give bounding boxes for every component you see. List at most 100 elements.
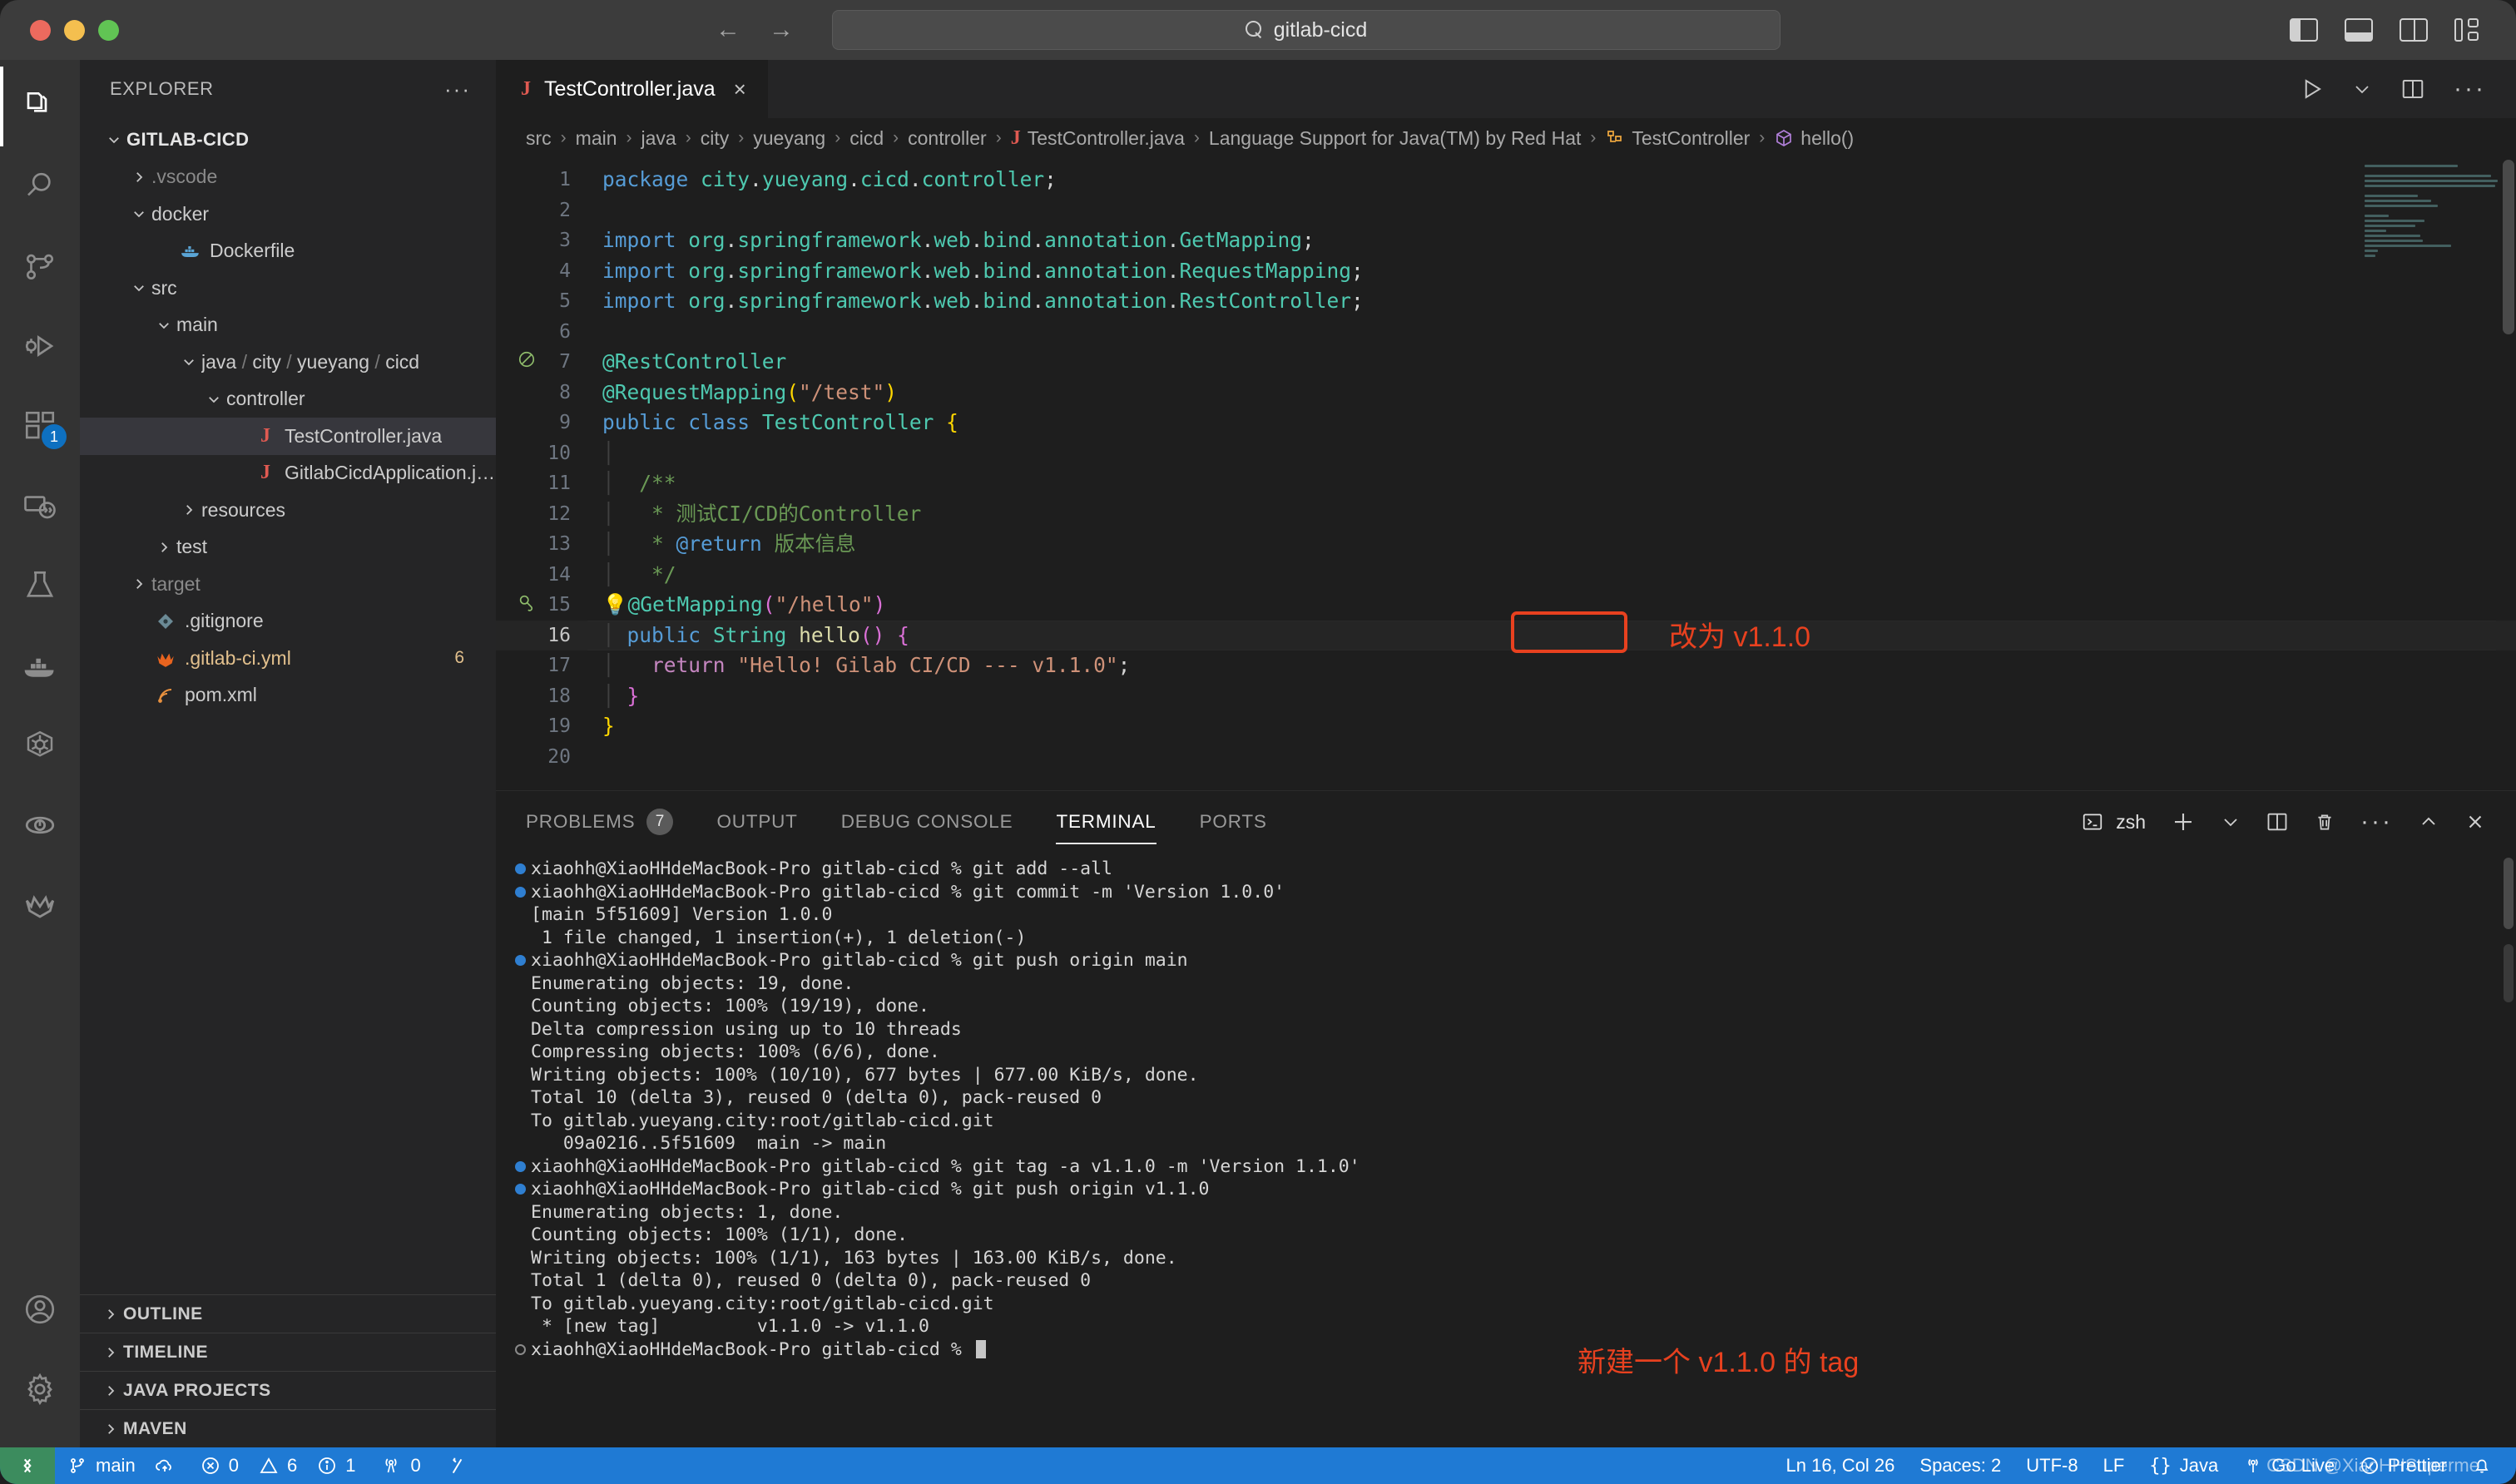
close-window-button[interactable] (30, 20, 51, 41)
breadcrumb-item-main[interactable]: main (576, 127, 617, 150)
chevron-down-icon[interactable] (2221, 812, 2241, 832)
toggle-panel-icon[interactable] (2345, 18, 2373, 42)
status-notifications[interactable] (2459, 1447, 2504, 1484)
code-text[interactable]: │ public String hello() { (589, 621, 909, 651)
code-line[interactable]: 15💡@GetMapping("/hello") (496, 590, 2516, 621)
toggle-secondary-sidebar-icon[interactable] (2400, 18, 2428, 42)
maximize-panel-icon[interactable] (2418, 812, 2439, 832)
code-text[interactable]: │ return "Hello! Gilab CI/CD --- v1.1.0"… (589, 650, 1130, 681)
split-editor-icon[interactable] (2400, 77, 2425, 101)
chevron-down-icon[interactable] (126, 280, 151, 295)
panel-tab-output[interactable]: OUTPUT (716, 791, 797, 853)
terminal-scrollbar-secondary[interactable] (2504, 944, 2514, 1002)
command-center[interactable]: gitlab-cicd (832, 10, 1781, 50)
tree-item-resources[interactable]: resources (80, 492, 496, 529)
split-terminal-icon[interactable] (2266, 810, 2289, 834)
status-go-live[interactable]: Go Live (2231, 1447, 2347, 1484)
more-actions-icon[interactable]: ··· (2454, 84, 2486, 94)
code-action-icon[interactable] (508, 590, 546, 621)
tree-item-pom-xml[interactable]: pom.xml (80, 677, 496, 715)
chevron-down-icon[interactable] (151, 318, 176, 333)
code-line[interactable]: 11│ /** (496, 468, 2516, 499)
code-line[interactable]: 16│ public String hello() { (496, 621, 2516, 651)
code-text[interactable] (589, 742, 615, 773)
code-line[interactable]: 8@RequestMapping("/test") (496, 378, 2516, 408)
more-actions-icon[interactable]: ··· (2360, 817, 2393, 827)
code-line[interactable]: 1package city.yueyang.cicd.controller; (496, 165, 2516, 195)
breadcrumb-item-testcontroller-java[interactable]: JTestController.java (1011, 127, 1185, 150)
code-line[interactable]: 17│ return "Hello! Gilab CI/CD --- v1.1.… (496, 650, 2516, 681)
kill-terminal-icon[interactable] (2314, 810, 2335, 834)
sidebar-item-remote-explorer[interactable] (0, 466, 80, 546)
breadcrumb-item-language-support-for-java-tm-by-red-hat[interactable]: Language Support for Java(TM) by Red Hat (1209, 127, 1581, 150)
code-text[interactable]: @RequestMapping("/test") (589, 378, 897, 408)
code-text[interactable]: import org.springframework.web.bind.anno… (589, 256, 1364, 287)
customize-layout-icon[interactable] (2454, 18, 2483, 42)
new-terminal-icon[interactable] (2171, 809, 2196, 834)
tree-item-testcontroller-java[interactable]: JTestController.java (80, 418, 496, 455)
breadcrumb-item-controller[interactable]: controller (908, 127, 987, 150)
chevron-down-icon[interactable] (126, 206, 151, 221)
chevron-down-icon[interactable] (176, 354, 201, 369)
tree-item-gitlab-ci-yml[interactable]: .gitlab-ci.yml6 (80, 640, 496, 677)
panel-tab-debug-console[interactable]: DEBUG CONSOLE (841, 791, 1013, 853)
breadcrumb-item-cicd[interactable]: cicd (849, 127, 884, 150)
code-line[interactable]: 20 (496, 742, 2516, 773)
sidebar-item-gitlab[interactable] (0, 865, 80, 945)
sidebar-section-java-projects[interactable]: JAVA PROJECTS (80, 1371, 496, 1409)
panel-tab-problems[interactable]: PROBLEMS7 (526, 791, 673, 853)
chevron-right-icon[interactable] (176, 502, 201, 517)
sidebar-item-source-control[interactable] (0, 226, 80, 306)
layout-controls[interactable] (2290, 18, 2483, 42)
sidebar-item-docker[interactable] (0, 626, 80, 705)
tree-item-test[interactable]: test (80, 529, 496, 566)
code-line[interactable]: 2 (496, 195, 2516, 226)
status-prettier[interactable]: Prettier (2347, 1447, 2459, 1484)
breadcrumb[interactable]: src›main›java›city›yueyang›cicd›controll… (496, 118, 2516, 158)
maximize-window-button[interactable] (98, 20, 119, 41)
breadcrumb-item-src[interactable]: src (526, 127, 552, 150)
tree-item-src[interactable]: src (80, 270, 496, 307)
code-text[interactable]: import org.springframework.web.bind.anno… (589, 225, 1315, 256)
editor-tab-testcontroller[interactable]: J TestController.java × (496, 60, 769, 118)
sidebar-section-timeline[interactable]: TIMELINE (80, 1333, 496, 1371)
tree-item-vscode[interactable]: .vscode (80, 159, 496, 196)
sidebar-item-explorer[interactable] (0, 67, 80, 146)
close-icon[interactable]: × (734, 77, 746, 102)
code-text[interactable]: │ /** (589, 468, 676, 499)
terminal-view[interactable]: xiaohh@XiaoHHdeMacBook-Pro gitlab-cicd %… (496, 853, 2516, 1447)
go-forward-icon[interactable]: → (769, 17, 794, 42)
terminal-scrollbar[interactable] (2504, 858, 2514, 929)
tree-item-main[interactable]: main (80, 307, 496, 344)
run-icon[interactable] (2299, 77, 2324, 101)
tree-item-gitlabcicdapplication-java[interactable]: JGitlabCicdApplication.java (80, 455, 496, 492)
chevron-right-icon[interactable] (98, 1345, 123, 1360)
breadcrumb-item-city[interactable]: city (701, 127, 730, 150)
code-text[interactable]: │ */ (589, 560, 676, 591)
chevron-right-icon[interactable] (126, 576, 151, 591)
tree-item-java-city-yueyang-cicd[interactable]: java / city / yueyang / cicd (80, 344, 496, 381)
breadcrumb-item-hello[interactable]: hello() (1774, 127, 1854, 150)
code-text[interactable] (589, 317, 615, 348)
status-todo-tree[interactable] (433, 1447, 480, 1484)
sidebar-section-maven[interactable]: MAVEN (80, 1409, 496, 1447)
chevron-down-icon[interactable] (201, 392, 226, 407)
code-text[interactable]: @RestController (589, 347, 786, 378)
navigation-arrows[interactable]: ← → (716, 17, 794, 42)
panel-tab-terminal[interactable]: TERMINAL (1056, 791, 1156, 853)
status-encoding[interactable]: UTF-8 (2013, 1447, 2090, 1484)
status-ports[interactable]: 0 (368, 1447, 433, 1484)
sidebar-more-actions-icon[interactable]: ··· (444, 77, 471, 102)
editor-actions[interactable]: ··· (2299, 60, 2516, 118)
status-cursor-position[interactable]: Ln 16, Col 26 (1774, 1447, 1908, 1484)
close-panel-icon[interactable] (2464, 811, 2486, 833)
accounts-button[interactable] (0, 1269, 80, 1349)
breadcrumb-item-testcontroller[interactable]: TestController (1605, 127, 1750, 150)
chevron-down-icon[interactable] (102, 132, 126, 147)
code-line[interactable]: 5import org.springframework.web.bind.ann… (496, 286, 2516, 317)
code-line[interactable]: 7@RestController (496, 347, 2516, 378)
code-line[interactable]: 14│ */ (496, 560, 2516, 591)
active-terminal-chip[interactable]: zsh (2081, 811, 2146, 834)
code-text[interactable]: public class TestController { (589, 408, 958, 438)
sidebar-section-outline[interactable]: OUTLINE (80, 1294, 496, 1333)
